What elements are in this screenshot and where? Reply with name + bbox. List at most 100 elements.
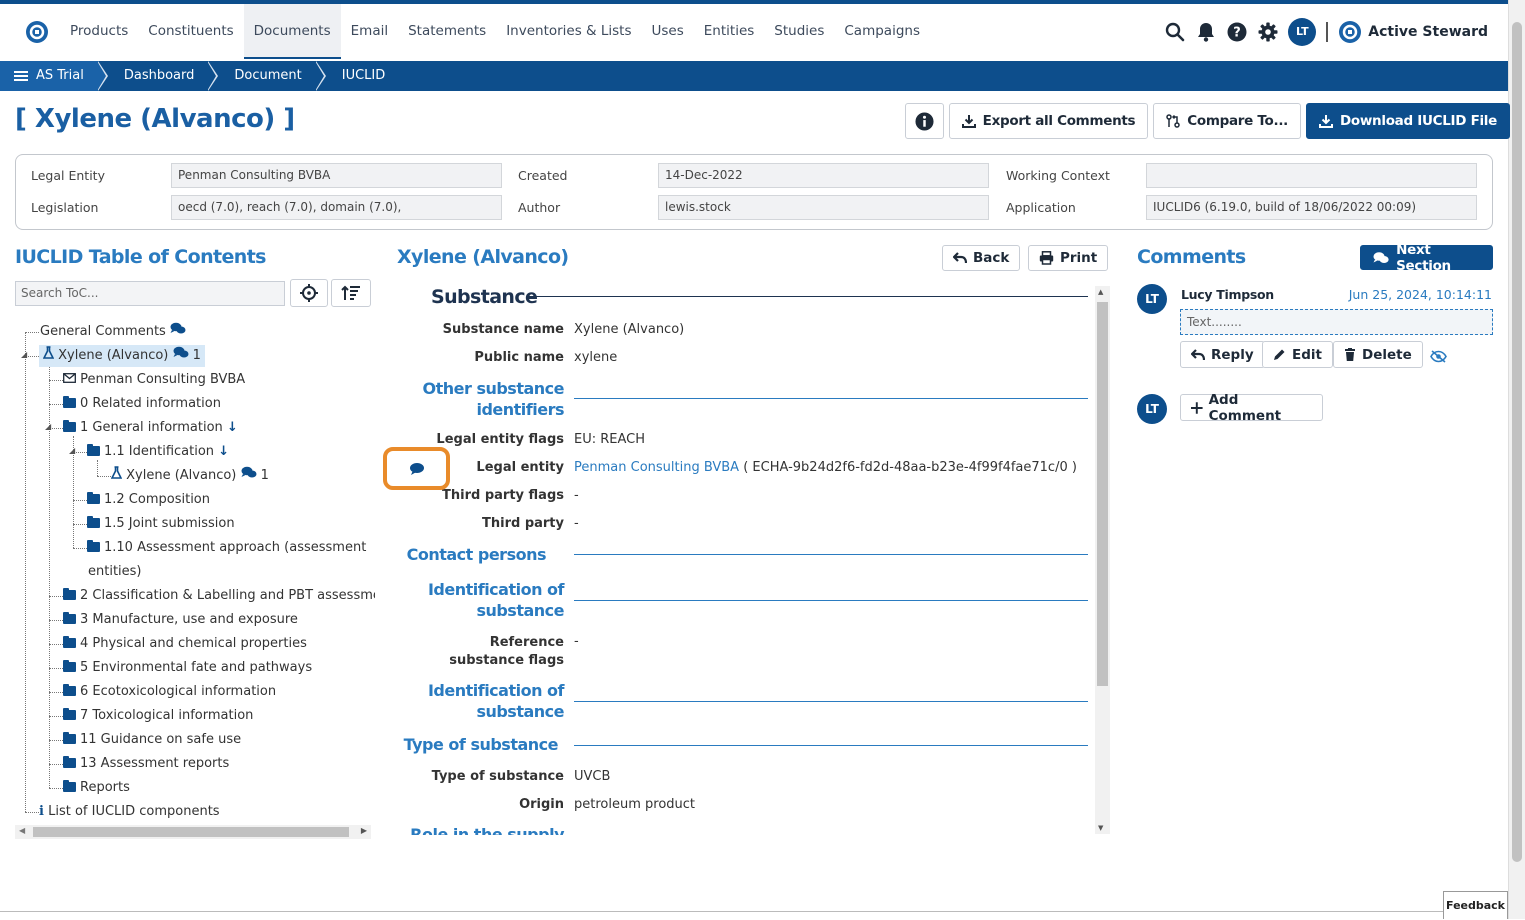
toc-node-composition[interactable]: 1.2 Composition <box>87 489 210 511</box>
nav-documents[interactable]: Documents <box>243 4 341 59</box>
scroll-up-icon[interactable]: ▲ <box>1098 288 1103 296</box>
toc-node-assessment-reports[interactable]: 13 Assessment reports <box>63 753 229 775</box>
hide-icon[interactable] <box>1430 348 1447 367</box>
toc-node-identification[interactable]: 1.1 Identification ↓ <box>87 441 229 463</box>
reply-button[interactable]: Reply <box>1180 341 1265 368</box>
comment-text[interactable]: Text........ <box>1180 309 1493 335</box>
feedback-button[interactable]: Feedback <box>1443 891 1508 919</box>
toc-node-penman[interactable]: Penman Consulting BVBA <box>63 369 245 391</box>
back-button[interactable]: Back <box>942 245 1021 271</box>
toc-scrollbar-thumb[interactable] <box>33 827 349 837</box>
breadcrumb-item-as-trial[interactable]: AS Trial <box>0 61 108 91</box>
folder-icon <box>63 588 76 600</box>
toc-node-joint-submission[interactable]: 1.5 Joint submission <box>87 513 235 535</box>
content-scrollbar[interactable]: ▲ ▼ <box>1095 286 1110 834</box>
comment-timestamp: Jun 25, 2024, 10:14:11 <box>1348 287 1492 302</box>
comment-icon <box>409 462 424 475</box>
nav-email[interactable]: Email <box>341 4 398 59</box>
nav-uses[interactable]: Uses <box>642 4 694 59</box>
legal-entity-field: Penman Consulting BVBA <box>171 163 502 188</box>
scroll-down-icon[interactable]: ▼ <box>1098 824 1103 832</box>
printer-icon <box>1039 251 1054 265</box>
comment-count: 1 <box>260 468 269 483</box>
info-button[interactable] <box>904 103 944 139</box>
field-comment-button[interactable] <box>383 447 450 490</box>
application-field: IUCLID6 (6.19.0, build of 18/06/2022 00:… <box>1146 195 1477 220</box>
created-field: 14-Dec-2022 <box>658 163 989 188</box>
nav-constituents[interactable]: Constituents <box>138 4 243 59</box>
legal-entity-flags-value: EU: REACH <box>574 432 646 447</box>
toggle-icon[interactable]: ◢ <box>21 350 27 359</box>
toc-node-assessment-approach[interactable]: 1.10 Assessment approach (assessment <box>87 537 366 559</box>
toggle-icon[interactable]: ◢ <box>45 422 51 431</box>
application-label: Application <box>1006 200 1076 215</box>
next-section-button[interactable]: Next Section <box>1360 242 1493 274</box>
scroll-right-icon[interactable]: ▶ <box>361 826 367 835</box>
toc-node-xylene-root[interactable]: Xylene (Alvanco) 1 <box>39 345 205 367</box>
document-info-panel: Legal Entity Penman Consulting BVBA Crea… <box>15 154 1493 230</box>
search-icon[interactable] <box>1165 22 1185 42</box>
comments-icon <box>1373 251 1389 263</box>
content-scrollbar-thumb[interactable] <box>1097 302 1108 686</box>
toc-node-ecotox[interactable]: 6 Ecotoxicological information <box>63 681 276 703</box>
toc-node-assessment-approach-cont[interactable]: entities) <box>88 561 142 583</box>
folder-icon <box>87 516 100 528</box>
info-icon <box>915 111 934 131</box>
add-comment-button[interactable]: Add Comment <box>1180 392 1323 424</box>
nav-inventories-lists[interactable]: Inventories & Lists <box>496 4 641 59</box>
page-scrollbar[interactable] <box>1508 0 1525 919</box>
nav-studies[interactable]: Studies <box>764 4 834 59</box>
nav-campaigns[interactable]: Campaigns <box>834 4 930 59</box>
info-i-icon: i <box>39 804 44 819</box>
legal-entity-link[interactable]: Penman Consulting BVBA <box>574 460 739 475</box>
toc-horizontal-scrollbar[interactable]: ◀ ▶ <box>15 825 371 839</box>
breadcrumb-item-document[interactable]: Document <box>208 61 326 91</box>
delete-button[interactable]: Delete <box>1333 341 1423 368</box>
public-name-label: Public name <box>474 350 564 365</box>
nav-entities[interactable]: Entities <box>694 4 765 59</box>
comment-author-avatar: LT <box>1137 284 1167 314</box>
toc-node-components[interactable]: i List of IUCLID components <box>39 801 220 823</box>
toc-node-environmental[interactable]: 5 Environmental fate and pathways <box>63 657 312 679</box>
toc-node-reports[interactable]: Reports <box>63 777 130 799</box>
bell-icon[interactable] <box>1196 22 1216 42</box>
export-comments-button[interactable]: Export all Comments <box>948 103 1149 139</box>
toggle-icon[interactable]: ◢ <box>69 446 75 455</box>
print-button[interactable]: Print <box>1028 245 1109 271</box>
folder-icon <box>87 492 100 504</box>
toc-node-physical[interactable]: 4 Physical and chemical properties <box>63 633 307 655</box>
menu-icon[interactable] <box>14 69 28 83</box>
breadcrumb: AS Trial Dashboard Document IUCLID <box>0 61 1508 91</box>
download-iuclid-button[interactable]: Download IUCLID File <box>1306 103 1510 139</box>
sort-button[interactable] <box>331 279 371 307</box>
toc-node-general-comments[interactable]: General Comments <box>40 321 186 343</box>
author-label: Author <box>518 200 561 215</box>
reply-arrow-icon <box>953 252 967 264</box>
scroll-left-icon[interactable]: ◀ <box>19 826 25 835</box>
nav-products[interactable]: Products <box>60 4 138 59</box>
locate-button[interactable] <box>290 279 328 307</box>
gear-icon[interactable] <box>1258 22 1278 42</box>
toc-node-classification[interactable]: 2 Classification & Labelling and PBT ass… <box>63 585 375 607</box>
nav-statements[interactable]: Statements <box>398 4 496 59</box>
toc-node-guidance[interactable]: 11 Guidance on safe use <box>63 729 241 751</box>
page-bottom-divider <box>0 911 1508 912</box>
toc-node-related[interactable]: 0 Related information <box>63 393 221 415</box>
page-scrollbar-thumb[interactable] <box>1512 22 1522 862</box>
breadcrumb-item-dashboard[interactable]: Dashboard <box>98 61 219 91</box>
folder-icon <box>63 780 76 792</box>
third-party-value: - <box>574 516 579 531</box>
user-avatar[interactable]: LT <box>1288 17 1317 46</box>
toc-node-general-information[interactable]: 1 General information ↓ <box>63 417 238 439</box>
toc-node-manufacture[interactable]: 3 Manufacture, use and exposure <box>63 609 298 631</box>
help-icon[interactable]: ? <box>1227 22 1247 42</box>
download-icon <box>1319 115 1333 128</box>
flask-icon <box>42 346 55 359</box>
toc-node-toxicological[interactable]: 7 Toxicological information <box>63 705 253 727</box>
edit-button[interactable]: Edit <box>1262 341 1333 368</box>
compare-button[interactable]: Compare To... <box>1153 103 1301 139</box>
folder-icon <box>63 420 76 432</box>
toc-search-input[interactable]: Search ToC... <box>15 281 285 306</box>
toc-node-xylene-identification[interactable]: Xylene (Alvanco) 1 <box>110 465 269 487</box>
app-logo-icon[interactable] <box>25 20 49 44</box>
